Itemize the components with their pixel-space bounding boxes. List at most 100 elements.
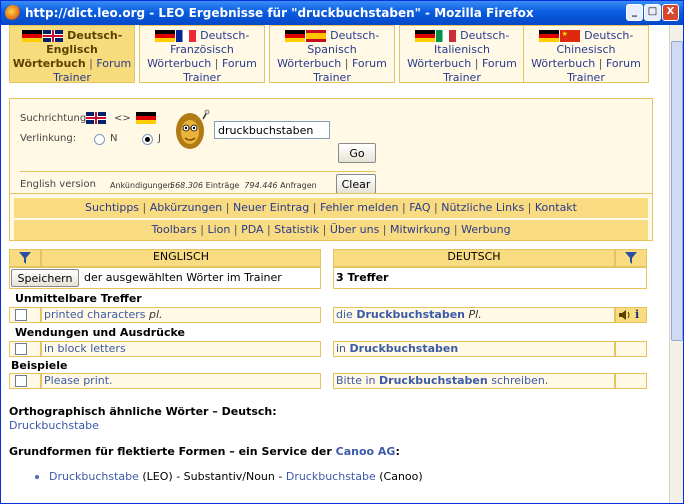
tab-dictionary-link[interactable]: Wörterbuch bbox=[407, 57, 471, 70]
nav-link-toolbars[interactable]: Toolbars bbox=[151, 223, 196, 236]
tab-forum-link[interactable]: Forum bbox=[96, 57, 131, 70]
tab-title: Deutsch- bbox=[330, 29, 380, 42]
canoo-link[interactable]: Canoo AG bbox=[336, 445, 396, 458]
tab-forum-link[interactable]: Forum bbox=[482, 57, 517, 70]
english-version-link[interactable]: English version bbox=[20, 179, 96, 190]
radio-linking-j[interactable] bbox=[142, 134, 153, 145]
radio-linking-n[interactable] bbox=[94, 134, 105, 145]
close-button[interactable]: X bbox=[662, 4, 679, 21]
nav-link-statistik[interactable]: Statistik bbox=[274, 223, 319, 236]
row3-english: Please print. bbox=[41, 373, 321, 389]
entries-label: Einträge bbox=[205, 181, 240, 190]
row2-english: in block letters bbox=[41, 341, 321, 357]
base-form-leo-link[interactable]: Druckbuchstabe bbox=[49, 470, 139, 483]
nav-link-faq[interactable]: FAQ bbox=[409, 201, 430, 214]
column-header-english: ENGLISCH bbox=[41, 249, 321, 267]
german-term[interactable]: Druckbuchstaben bbox=[356, 308, 465, 321]
vertical-scrollbar[interactable] bbox=[669, 25, 683, 503]
save-button[interactable]: Speichern bbox=[11, 269, 79, 287]
nav-links-box: Suchtipps | Abkürzungen | Neuer Eintrag … bbox=[9, 193, 653, 241]
clear-button[interactable]: Clear bbox=[336, 174, 376, 194]
german-example-post[interactable]: schreiben. bbox=[491, 374, 548, 387]
linking-label: Verlinkung: bbox=[20, 133, 77, 144]
tab-trainer-link[interactable]: Trainer bbox=[313, 71, 351, 84]
row-checkbox[interactable] bbox=[15, 309, 27, 321]
tab-trainer-link[interactable]: Trainer bbox=[53, 71, 91, 84]
nav-link-mitwirkung[interactable]: Mitwirkung bbox=[390, 223, 450, 236]
tab-title: Deutsch- bbox=[460, 29, 510, 42]
ortho-word-link[interactable]: Druckbuchstabe bbox=[9, 419, 99, 432]
german-article[interactable]: die bbox=[336, 308, 353, 321]
tab-dictionary-link[interactable]: Wörterbuch bbox=[531, 57, 595, 70]
base-forms-heading: Grundformen für flektierte Formen – ein … bbox=[9, 445, 400, 458]
bullet-icon bbox=[35, 475, 39, 479]
german-example-pre[interactable]: Bitte in bbox=[336, 374, 376, 387]
base-heading-colon: : bbox=[395, 445, 400, 458]
filter-icon[interactable] bbox=[625, 252, 637, 264]
english-flag-icon[interactable] bbox=[86, 112, 106, 124]
maximize-button[interactable]: □ bbox=[644, 4, 661, 21]
info-icon[interactable]: i bbox=[635, 308, 639, 322]
announcements-link[interactable]: Ankündigungen bbox=[110, 181, 173, 190]
tab-de-zh[interactable]: Deutsch- Chinesisch Wörterbuch | Forum T… bbox=[523, 25, 649, 84]
nav-link-fehler-melden[interactable]: Fehler melden bbox=[320, 201, 399, 214]
search-input[interactable] bbox=[214, 121, 330, 139]
tab-title: Deutsch- bbox=[584, 29, 634, 42]
tab-de-it[interactable]: Deutsch- Italienisch Wörterbuch | Forum … bbox=[399, 25, 525, 84]
nav-link-pda[interactable]: PDA bbox=[241, 223, 263, 236]
tab-dictionary-link[interactable]: Wörterbuch bbox=[13, 57, 86, 70]
base-form-canoo-link[interactable]: Druckbuchstabe bbox=[286, 470, 376, 483]
english-term[interactable]: printed characters bbox=[44, 308, 146, 321]
row3-tools bbox=[615, 373, 647, 389]
row-checkbox[interactable] bbox=[15, 375, 27, 387]
nav-link-werbung[interactable]: Werbung bbox=[461, 223, 510, 236]
german-term[interactable]: Druckbuchstaben bbox=[379, 374, 488, 387]
german-term[interactable]: Druckbuchstaben bbox=[350, 342, 459, 355]
english-term[interactable]: in block letters bbox=[44, 342, 126, 355]
tab-de-es[interactable]: Deutsch- Spanisch Wörterbuch | Forum Tra… bbox=[269, 25, 395, 84]
nav-link-abkuerzungen[interactable]: Abkürzungen bbox=[150, 201, 222, 214]
tab-trainer-link[interactable]: Trainer bbox=[567, 71, 605, 84]
column-header-german: DEUTSCH bbox=[333, 249, 615, 267]
tab-forum-link[interactable]: Forum bbox=[606, 57, 641, 70]
nav-link-lion[interactable]: Lion bbox=[207, 223, 230, 236]
nav-link-suchtipps[interactable]: Suchtipps bbox=[85, 201, 139, 214]
section-direct-hits: Unmittelbare Treffer bbox=[15, 292, 142, 305]
speaker-icon[interactable] bbox=[618, 309, 632, 321]
nav-link-ueber-uns[interactable]: Über uns bbox=[330, 223, 380, 236]
go-button[interactable]: Go bbox=[338, 143, 376, 163]
row-checkbox-cell bbox=[9, 373, 41, 389]
german-flag-icon[interactable] bbox=[136, 112, 156, 124]
ortho-heading: Orthographisch ähnliche Wörter – Deutsch… bbox=[9, 405, 277, 418]
tab-forum-link[interactable]: Forum bbox=[352, 57, 387, 70]
tab-trainer-link[interactable]: Trainer bbox=[183, 71, 221, 84]
queries-count: 794.446 bbox=[244, 181, 278, 190]
direction-arrow[interactable]: <> bbox=[114, 113, 131, 124]
nav-link-nuetzliche-links[interactable]: Nützliche Links bbox=[441, 201, 524, 214]
tab-dictionary-link[interactable]: Wörterbuch bbox=[147, 57, 211, 70]
tab-de-fr[interactable]: Deutsch- Französisch Wörterbuch | Forum … bbox=[139, 25, 265, 84]
row-checkbox-cell bbox=[9, 341, 41, 357]
dictionary-tabs: Deutsch- Englisch Wörterbuch | Forum Tra… bbox=[9, 25, 653, 84]
tab-dictionary-link[interactable]: Wörterbuch bbox=[277, 57, 341, 70]
save-text: der ausgewählten Wörter im Trainer bbox=[84, 271, 282, 284]
canoo-tag: (Canoo) bbox=[379, 470, 423, 483]
row-checkbox[interactable] bbox=[15, 343, 27, 355]
nav-link-kontakt[interactable]: Kontakt bbox=[535, 201, 577, 214]
nav-link-neuer-eintrag[interactable]: Neuer Eintrag bbox=[233, 201, 309, 214]
english-flag-icon bbox=[42, 30, 63, 42]
tab-de-en[interactable]: Deutsch- Englisch Wörterbuch | Forum Tra… bbox=[9, 25, 135, 84]
english-example[interactable]: Please print. bbox=[44, 374, 113, 387]
tab-title: Chinesisch bbox=[556, 43, 616, 56]
italian-flag-icon bbox=[435, 30, 456, 42]
filter-icon[interactable] bbox=[19, 252, 31, 264]
tab-forum-link[interactable]: Forum bbox=[222, 57, 257, 70]
tab-trainer-link[interactable]: Trainer bbox=[443, 71, 481, 84]
title-bar[interactable]: http://dict.leo.org - LEO Ergebnisse für… bbox=[1, 1, 683, 25]
scrollbar-thumb[interactable] bbox=[671, 41, 683, 341]
filter-en-cell[interactable] bbox=[9, 249, 41, 267]
minimize-button[interactable]: _ bbox=[626, 4, 643, 21]
row1-tools: i bbox=[615, 307, 647, 323]
filter-de-cell[interactable] bbox=[615, 249, 647, 267]
german-preposition[interactable]: in bbox=[336, 342, 346, 355]
